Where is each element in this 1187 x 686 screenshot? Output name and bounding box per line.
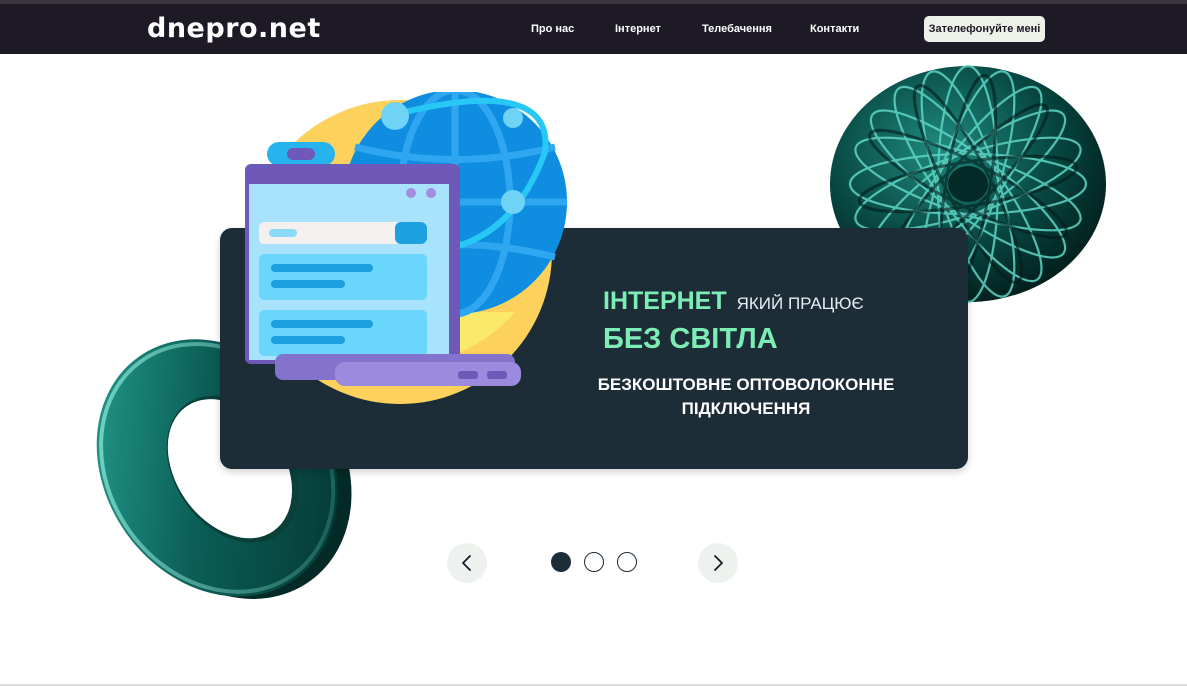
hero-headline-big: БЕЗ СВІТЛА [603, 323, 778, 355]
slider-dot-1[interactable] [551, 552, 571, 572]
nav-link-about[interactable]: Про нас [531, 22, 574, 36]
hero-subtitle: БЕЗКОШТОВНЕ ОПТОВОЛОКОННЕ ПІДКЛЮЧЕННЯ [597, 375, 895, 418]
nav-link-contacts[interactable]: Контакти [810, 22, 859, 36]
call-me-button[interactable]: Зателефонуйте мені [924, 16, 1045, 42]
nav-link-tv[interactable]: Телебачення [702, 22, 772, 36]
hero-headline-row: ІНТЕРНЕТ ЯКИЙ ПРАЦЮЄ [603, 286, 864, 316]
slider-prev-button[interactable] [447, 543, 487, 583]
chevron-left-icon [462, 555, 471, 571]
hero-headline-small: ЯКИЙ ПРАЦЮЄ [736, 294, 864, 313]
slider-dot-3[interactable] [617, 552, 637, 572]
globe-laptop-illustration [245, 92, 567, 404]
slider-next-button[interactable] [698, 543, 738, 583]
site-logo[interactable]: dnepro.net [147, 12, 321, 46]
site-header: dnepro.net Про нас Інтернет Телебачення … [0, 4, 1187, 54]
slider-dot-2[interactable] [584, 552, 604, 572]
chevron-right-icon [714, 555, 723, 571]
hero-headline-accent: ІНТЕРНЕТ [603, 287, 727, 315]
nav-link-internet[interactable]: Інтернет [615, 22, 661, 36]
